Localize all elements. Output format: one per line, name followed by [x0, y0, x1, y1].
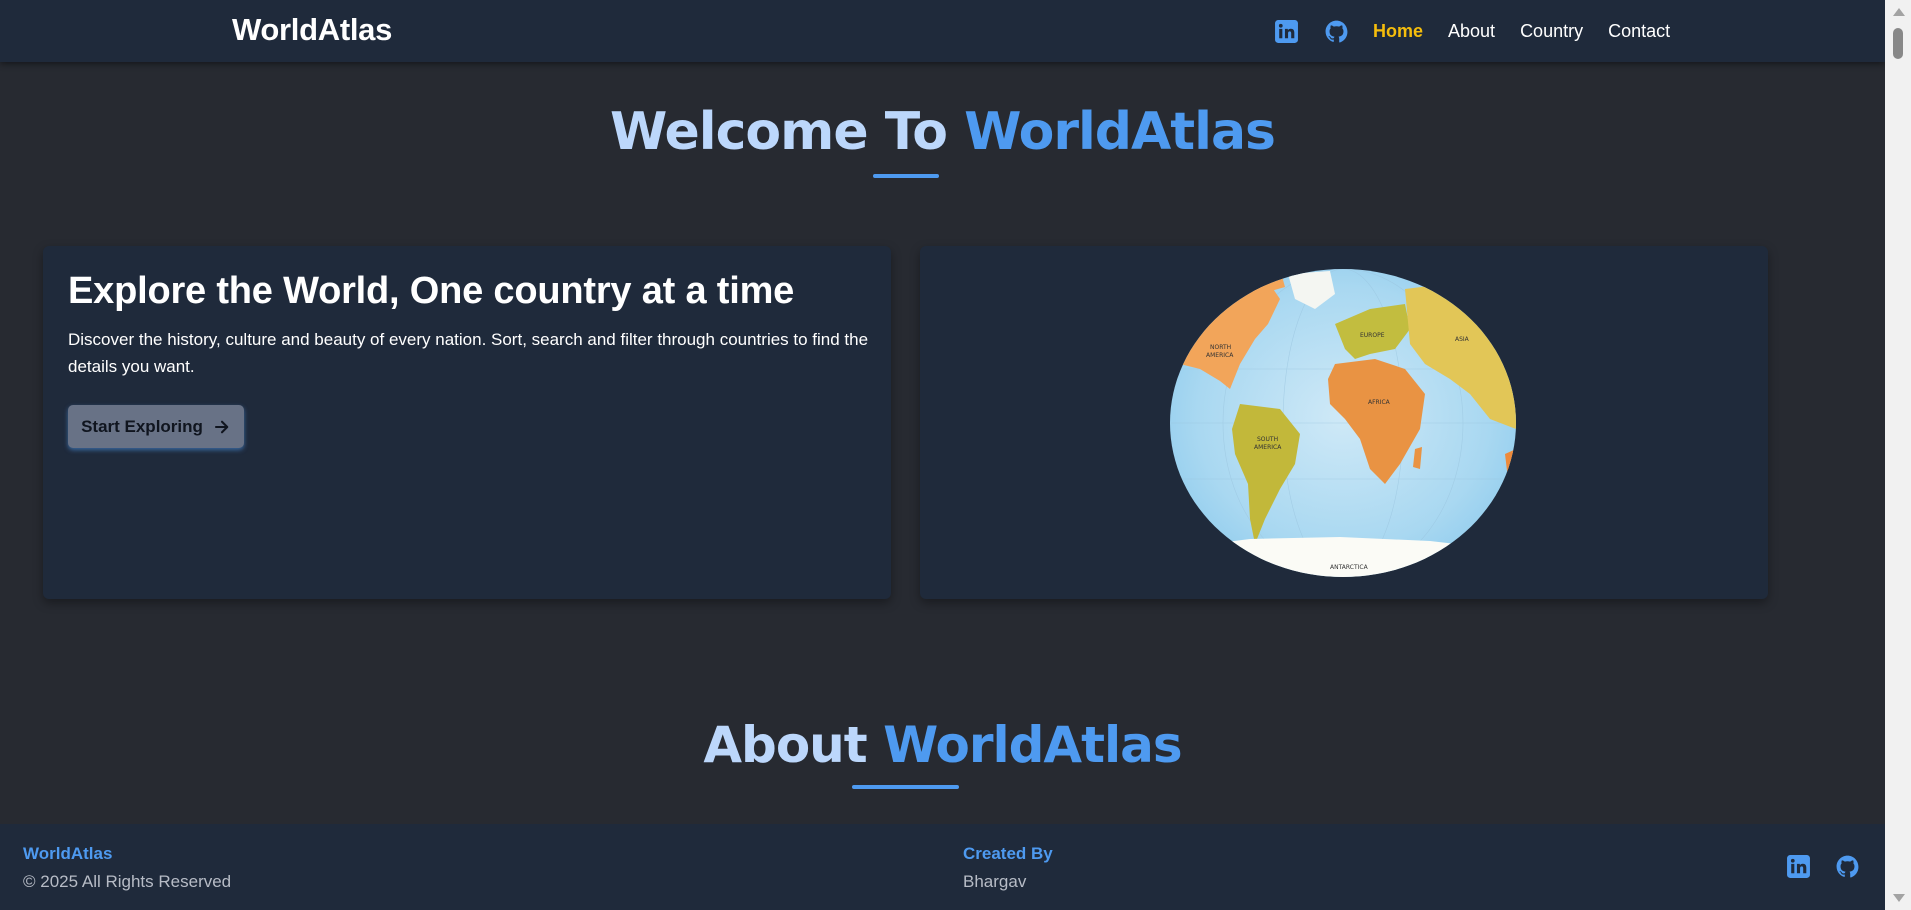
svg-text:AFRICA: AFRICA: [1368, 399, 1391, 406]
welcome-title: Welcome To WorldAtlas: [0, 102, 1885, 162]
about-title-accent: WorldAtlas: [883, 716, 1183, 774]
about-title-underline: [852, 785, 959, 789]
start-exploring-label: Start Exploring: [81, 416, 203, 436]
svg-text:SOUTH: SOUTH: [1257, 436, 1278, 443]
welcome-title-underline: [873, 174, 939, 178]
arrow-right-icon: [214, 420, 229, 433]
scroll-up-icon[interactable]: [1893, 8, 1905, 16]
app-root: WorldAtlas Home About Country Contact We…: [0, 0, 1911, 910]
nav-home[interactable]: Home: [1373, 21, 1423, 42]
globe-card: NORTH AMERICA EUROPE ASIA AFRICA SOUTH AME…: [920, 246, 1768, 599]
about-title-prefix: About: [703, 716, 867, 774]
world-map-image: NORTH AMERICA EUROPE ASIA AFRICA SOUTH AME…: [1170, 269, 1516, 577]
svg-text:AMERICA: AMERICA: [1206, 352, 1234, 359]
start-exploring-button[interactable]: Start Exploring: [68, 405, 244, 448]
svg-text:AMERICA: AMERICA: [1254, 444, 1282, 451]
hero-description: Discover the history, culture and beauty…: [68, 330, 869, 376]
svg-text:ANTARCTICA: ANTARCTICA: [1330, 564, 1369, 571]
page-scrollbar[interactable]: [1885, 0, 1911, 910]
github-icon[interactable]: [1835, 854, 1860, 879]
linkedin-icon[interactable]: [1273, 18, 1299, 44]
linkedin-icon[interactable]: [1786, 854, 1811, 879]
github-icon[interactable]: [1323, 18, 1349, 44]
hero-heading: Explore the World, One country at a time: [68, 270, 795, 312]
footer-brand: WorldAtlas: [23, 844, 113, 863]
nav-contact[interactable]: Contact: [1608, 21, 1670, 42]
site-header: WorldAtlas Home About Country Contact: [0, 0, 1885, 62]
svg-text:EUROPE: EUROPE: [1360, 332, 1385, 339]
footer-created-by-label: Created By: [963, 844, 1053, 863]
site-footer: WorldAtlas © 2025 All Rights Reserved Cr…: [0, 824, 1885, 910]
welcome-title-accent: WorldAtlas: [964, 102, 1276, 162]
footer-social-icons: [1786, 854, 1860, 879]
nav-country[interactable]: Country: [1520, 21, 1583, 42]
scrollbar-thumb[interactable]: [1893, 28, 1903, 59]
brand-logo[interactable]: WorldAtlas: [232, 12, 392, 48]
svg-text:NORTH: NORTH: [1210, 344, 1231, 351]
welcome-title-prefix: Welcome To: [610, 102, 948, 162]
nav-about[interactable]: About: [1448, 21, 1495, 42]
footer-author: Bhargav: [963, 872, 1027, 891]
hero-card: Explore the World, One country at a time…: [43, 246, 891, 599]
about-title: About WorldAtlas: [0, 716, 1885, 774]
main-nav: Home About Country Contact: [1273, 16, 1695, 46]
footer-copyright: © 2025 All Rights Reserved: [23, 872, 232, 891]
scroll-down-icon[interactable]: [1893, 894, 1905, 902]
svg-text:ASIA: ASIA: [1455, 336, 1470, 343]
